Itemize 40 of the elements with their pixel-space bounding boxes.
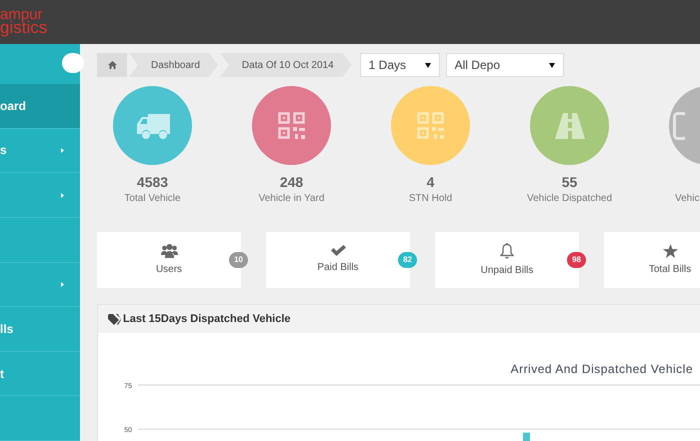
summary-card[interactable]: Total Bills (604, 232, 700, 288)
home-icon (108, 61, 116, 69)
road-icon (554, 112, 584, 138)
star-icon (662, 244, 678, 258)
qr-code-icon (278, 112, 305, 139)
truck-icon (136, 112, 170, 140)
stat-value: 4583 (136, 174, 168, 191)
caret-icon (548, 62, 555, 68)
stat-label: Vehicle in Yard (258, 192, 324, 206)
chart-bar (523, 432, 530, 441)
dropdown[interactable]: 1 Days (360, 53, 440, 77)
tag-icon (108, 314, 121, 324)
count-badge: 98 (567, 252, 586, 268)
caret-icon (424, 62, 431, 68)
panel-title: Last 15Days Dispatched Vehicle (123, 312, 291, 327)
bell-icon (500, 242, 514, 258)
logo-text: ampur gistics (0, 9, 48, 35)
qr-code-icon (417, 112, 444, 139)
dropdown[interactable]: All Depo (446, 53, 564, 77)
stat-label: Total Vehicle (124, 192, 181, 206)
stat-label: Vehicle Dispatched (526, 192, 612, 206)
device-icon (673, 112, 685, 140)
stat-label: Vehic (674, 192, 700, 206)
card-label: Total Bills (648, 262, 692, 276)
stat-value: 4 (426, 174, 434, 191)
breadcrumb-item[interactable]: Data Of 10 Oct 2014 (220, 53, 352, 77)
collapse-toggle[interactable] (62, 53, 84, 73)
chart-title: Arrived And Dispatched Vehicle (510, 362, 693, 376)
home-crumb[interactable] (97, 53, 127, 77)
stat-value: 248 (280, 174, 304, 191)
check-icon (330, 245, 346, 256)
count-badge: 82 (398, 252, 417, 268)
count-badge: 10 (229, 252, 248, 268)
stat-label: STN Hold (408, 192, 452, 206)
users-icon (160, 244, 178, 258)
card-label: Users (156, 262, 182, 276)
stat-value: 55 (562, 174, 578, 191)
card-label: Unpaid Bills (480, 264, 534, 278)
breadcrumb-item[interactable]: Dashboard (129, 53, 218, 77)
card-label: Paid Bills (317, 261, 359, 275)
